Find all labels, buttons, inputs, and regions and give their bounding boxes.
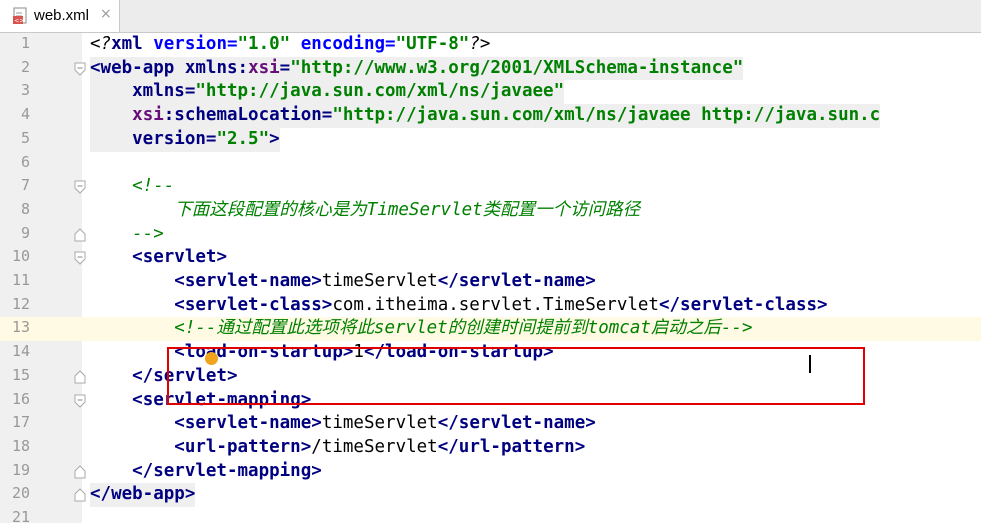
line-number: 21	[11, 508, 30, 526]
line-number: 1	[20, 34, 30, 52]
line-number: 4	[20, 105, 30, 124]
line-number: 10	[11, 247, 30, 266]
code-text: -->	[90, 223, 164, 244]
xml-file-icon: <>	[13, 7, 27, 25]
code-line: 18 <url-pattern>/timeServlet</url-patter…	[0, 436, 981, 460]
code-editor[interactable]: 1 <?xml version="1.0" encoding="UTF-8"?>…	[0, 33, 981, 526]
code-line: 5 version="2.5">	[0, 127, 981, 152]
line-number: 18	[11, 436, 30, 455]
tab-title: web.xml	[34, 7, 90, 24]
line-number: 16	[11, 389, 30, 408]
code-text: <?xml version="1.0" encoding="UTF-8"?>	[90, 34, 491, 54]
code-text: <web-app xmlns:xsi="http://www.w3.org/20…	[90, 56, 744, 81]
code-text: 下面这段配置的核心是为TimeServlet类配置一个访问路径	[90, 199, 641, 220]
code-line: 20 </web-app>	[0, 483, 981, 507]
code-line: 1 <?xml version="1.0" encoding="UTF-8"?>	[0, 33, 981, 57]
fold-end-icon[interactable]	[74, 488, 86, 502]
code-text: xmlns="http://java.sun.com/xml/ns/javaee…	[90, 80, 565, 105]
line-number: 8	[20, 199, 30, 218]
code-text: <url-pattern>/timeServlet</url-pattern>	[90, 436, 586, 457]
line-number: 19	[11, 460, 30, 479]
fold-end-icon[interactable]	[74, 464, 86, 479]
line-number: 6	[20, 152, 30, 171]
fold-end-icon[interactable]	[74, 370, 86, 384]
code-text: </servlet-mapping>	[90, 460, 322, 481]
code-line: 12 <servlet-class>com.itheima.servlet.Ti…	[0, 294, 981, 318]
code-line: 10 <servlet>	[0, 246, 981, 270]
line-number: 12	[11, 294, 30, 313]
code-text: version="2.5">	[90, 127, 280, 152]
line-number: 17	[11, 413, 30, 432]
code-line: 17 <servlet-name>timeServlet</servlet-na…	[0, 412, 981, 436]
code-text: <!--	[90, 176, 175, 197]
fold-end-icon[interactable]	[74, 227, 86, 242]
code-line: 9 -->	[0, 223, 981, 247]
fold-collapse-icon[interactable]	[74, 251, 86, 266]
code-text: <!--通过配置此选项将此servlet的创建时间提前到tomcat启动之后--…	[90, 318, 753, 339]
text-caret	[809, 355, 811, 373]
line-number: 9	[20, 223, 30, 242]
code-text: <servlet-name>timeServlet</servlet-name>	[90, 271, 596, 291]
code-line: 4 xsi:schemaLocation="http://java.sun.co…	[0, 104, 981, 128]
line-number: 14	[11, 342, 30, 361]
fold-collapse-icon[interactable]	[74, 62, 86, 76]
code-line: 6	[0, 152, 981, 176]
fold-collapse-icon[interactable]	[74, 180, 86, 194]
code-line: 7 <!--	[0, 175, 981, 199]
code-text: <servlet>	[90, 247, 227, 268]
editor-tab-bar: <> web.xml ×	[0, 0, 981, 33]
intention-bulb-icon[interactable]	[205, 352, 218, 365]
line-number: 15	[11, 365, 30, 384]
code-text: <servlet-class>com.itheima.servlet.TimeS…	[90, 294, 828, 315]
code-line: 2 <web-app xmlns:xsi="http://www.w3.org/…	[0, 56, 981, 81]
highlight-annotation-box	[167, 347, 865, 405]
close-icon[interactable]: ×	[100, 6, 112, 22]
line-number: 5	[20, 128, 30, 147]
tab-web-xml[interactable]: <> web.xml ×	[0, 0, 120, 32]
code-line-current: 13 <!--通过配置此选项将此servlet的创建时间提前到tomcat启动之…	[0, 317, 981, 342]
line-number: 20	[11, 484, 30, 503]
code-text: </web-app>	[90, 483, 196, 507]
line-number: 3	[20, 81, 30, 100]
code-line: 21	[0, 507, 981, 531]
code-line: 3 xmlns="http://java.sun.com/xml/ns/java…	[0, 80, 981, 105]
line-number: 13	[11, 318, 30, 337]
code-text: <servlet-name>timeServlet</servlet-name>	[90, 413, 596, 434]
line-number: 11	[11, 271, 30, 289]
line-number: 2	[20, 57, 30, 76]
fold-collapse-icon[interactable]	[74, 394, 86, 408]
svg-text:<>: <>	[14, 18, 24, 25]
code-line: 19 </servlet-mapping>	[0, 460, 981, 484]
code-line: 8 下面这段配置的核心是为TimeServlet类配置一个访问路径	[0, 199, 981, 223]
line-number: 7	[20, 176, 30, 195]
code-line: 11 <servlet-name>timeServlet</servlet-na…	[0, 270, 981, 294]
code-text: xsi:schemaLocation="http://java.sun.com/…	[90, 104, 881, 128]
